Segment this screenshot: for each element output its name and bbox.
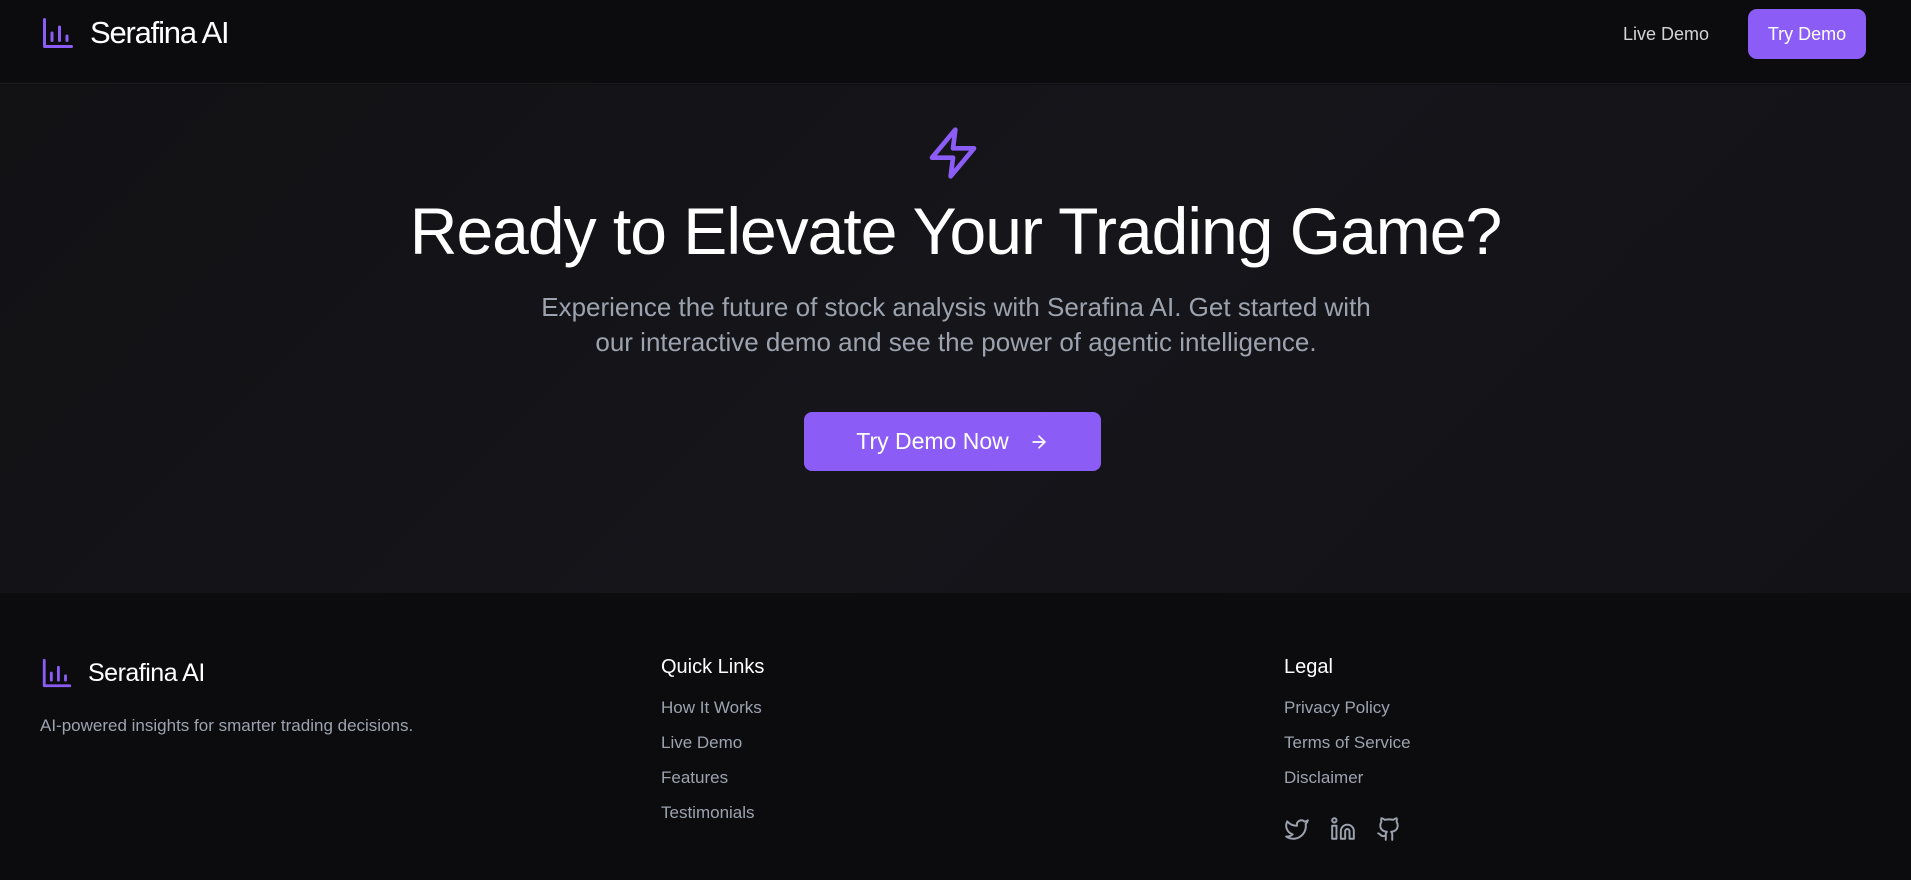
- twitter-icon[interactable]: [1284, 816, 1310, 842]
- footer: Serafina AI AI-powered insights for smar…: [0, 594, 1911, 880]
- footer-link-features[interactable]: Features: [661, 768, 764, 803]
- quick-links-column: Quick Links How It Works Live Demo Featu…: [661, 656, 764, 838]
- footer-link-live-demo[interactable]: Live Demo: [661, 733, 764, 768]
- footer-brand[interactable]: Serafina AI: [40, 655, 205, 691]
- footer-link-disclaimer[interactable]: Disclaimer: [1284, 768, 1422, 803]
- footer-brand-name: Serafina AI: [88, 658, 205, 687]
- cta-section: Ready to Elevate Your Trading Game? Expe…: [0, 85, 1911, 593]
- footer-link-how-it-works[interactable]: How It Works: [661, 698, 764, 733]
- linkedin-icon[interactable]: [1330, 816, 1356, 842]
- quick-links-heading: Quick Links: [661, 656, 765, 678]
- navbar: Serafina AI Live Demo Try Demo: [0, 0, 1911, 84]
- social-links: [1284, 816, 1422, 842]
- footer-link-privacy-policy[interactable]: Privacy Policy: [1284, 698, 1422, 733]
- try-demo-now-button[interactable]: Try Demo Now: [804, 412, 1101, 471]
- legal-column: Legal Privacy Policy Terms of Service Di…: [1284, 656, 1422, 842]
- footer-link-testimonials[interactable]: Testimonials: [661, 803, 764, 838]
- lightning-bolt-icon: [925, 125, 981, 181]
- brand[interactable]: Serafina AI: [40, 13, 230, 53]
- hero-subtitle: Experience the future of stock analysis …: [541, 292, 1371, 357]
- nav-live-demo-link[interactable]: Live Demo: [1623, 24, 1709, 45]
- github-icon[interactable]: [1376, 816, 1402, 842]
- footer-link-terms-of-service[interactable]: Terms of Service: [1284, 733, 1422, 768]
- footer-tagline: AI-powered insights for smarter trading …: [40, 716, 414, 735]
- bar-chart-icon: [40, 14, 76, 52]
- brand-name: Serafina AI: [90, 15, 230, 50]
- try-demo-button[interactable]: Try Demo: [1748, 9, 1866, 59]
- legal-heading: Legal: [1284, 656, 1333, 678]
- try-demo-now-label: Try Demo Now: [856, 428, 1009, 454]
- hero-title: Ready to Elevate Your Trading Game?: [409, 194, 1502, 268]
- arrow-right-icon: [1029, 432, 1049, 452]
- bar-chart-icon: [40, 655, 74, 691]
